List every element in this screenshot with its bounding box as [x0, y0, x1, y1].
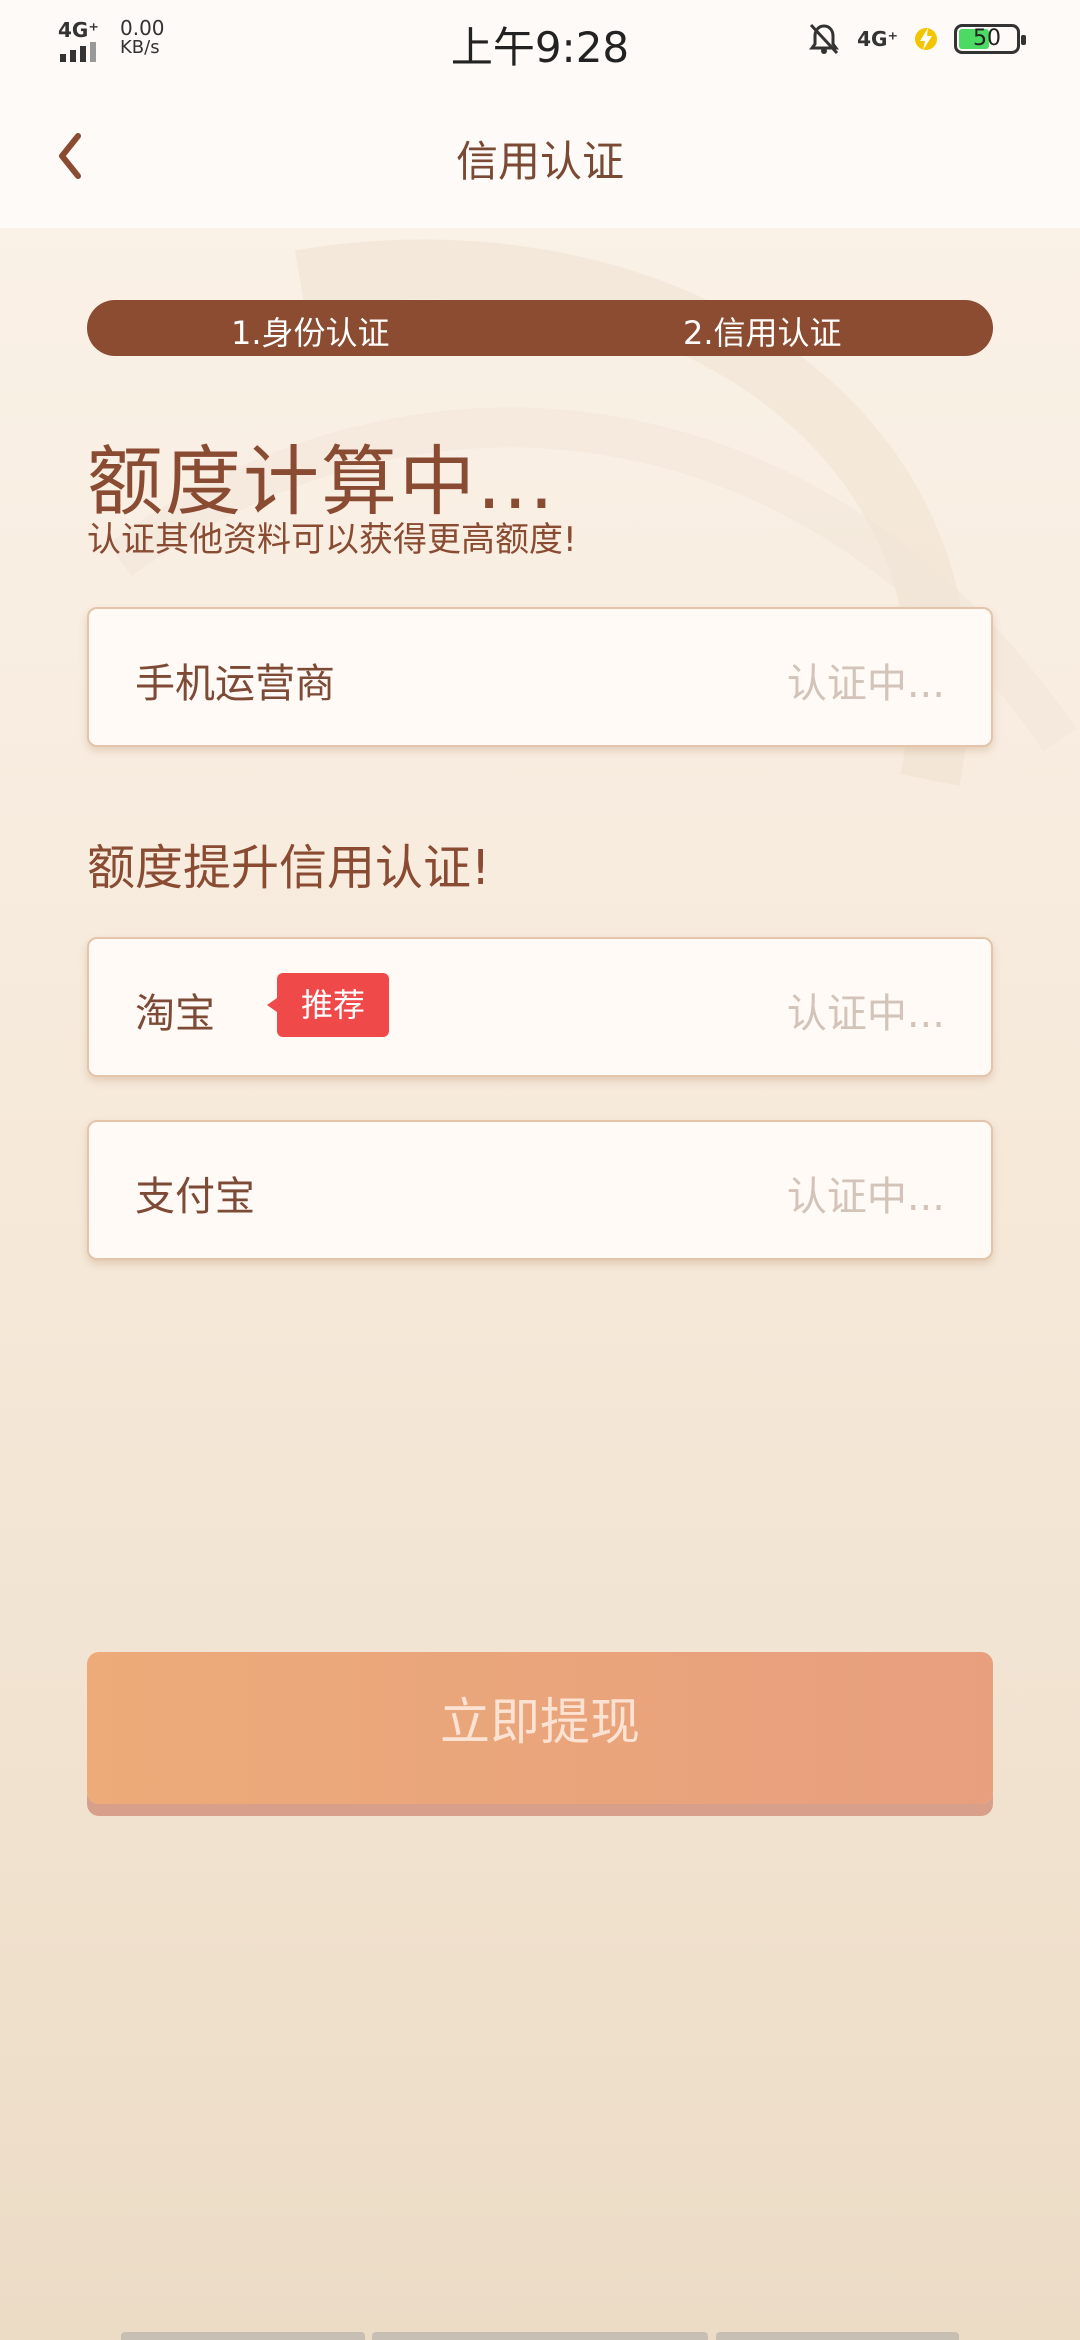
recommend-badge: 推荐: [266, 973, 390, 1037]
nav-bar: 信用认证: [0, 86, 1080, 228]
taobao-card[interactable]: 淘宝 推荐 认证中...: [87, 937, 993, 1077]
home-indicator-left: [121, 2332, 365, 2340]
card-status: 认证中...: [786, 991, 945, 1037]
bell-off-icon: [809, 23, 840, 55]
step-progress-bar: 1.身份认证 2.信用认证: [87, 300, 993, 356]
amount-subtitle: 认证其他资料可以获得更高额度!: [87, 520, 577, 560]
step-2-label: 2.信用认证: [683, 314, 842, 352]
page-title: 信用认证: [455, 137, 624, 186]
card-label: 支付宝: [135, 1174, 255, 1220]
card-label: 手机运营商: [135, 661, 335, 707]
card-status: 认证中...: [786, 661, 945, 707]
status-right: 4G⁺ 50: [807, 22, 1026, 56]
battery-level: 50: [973, 26, 1001, 51]
mobile-carrier-card[interactable]: 手机运营商 认证中...: [87, 607, 993, 747]
boost-section-title: 额度提升信用认证!: [87, 840, 491, 896]
card-status: 认证中...: [786, 1174, 945, 1220]
status-bar: 4G⁺ 0.00 KB/s 上午9:28 4G⁺ 50: [0, 0, 1080, 86]
charging-icon: [915, 28, 937, 50]
step-1-label: 1.身份认证: [231, 314, 390, 352]
top-bar: 4G⁺ 0.00 KB/s 上午9:28 4G⁺ 50 信用认证: [0, 0, 1080, 228]
withdraw-now-button[interactable]: 立即提现: [87, 1652, 993, 1804]
alipay-card[interactable]: 支付宝 认证中...: [87, 1120, 993, 1260]
network-type-right: 4G⁺: [857, 27, 898, 51]
home-indicator-right: [716, 2332, 959, 2340]
home-indicator-center[interactable]: [372, 2332, 708, 2340]
battery-icon: 50: [954, 24, 1026, 54]
card-label: 淘宝: [135, 991, 215, 1037]
